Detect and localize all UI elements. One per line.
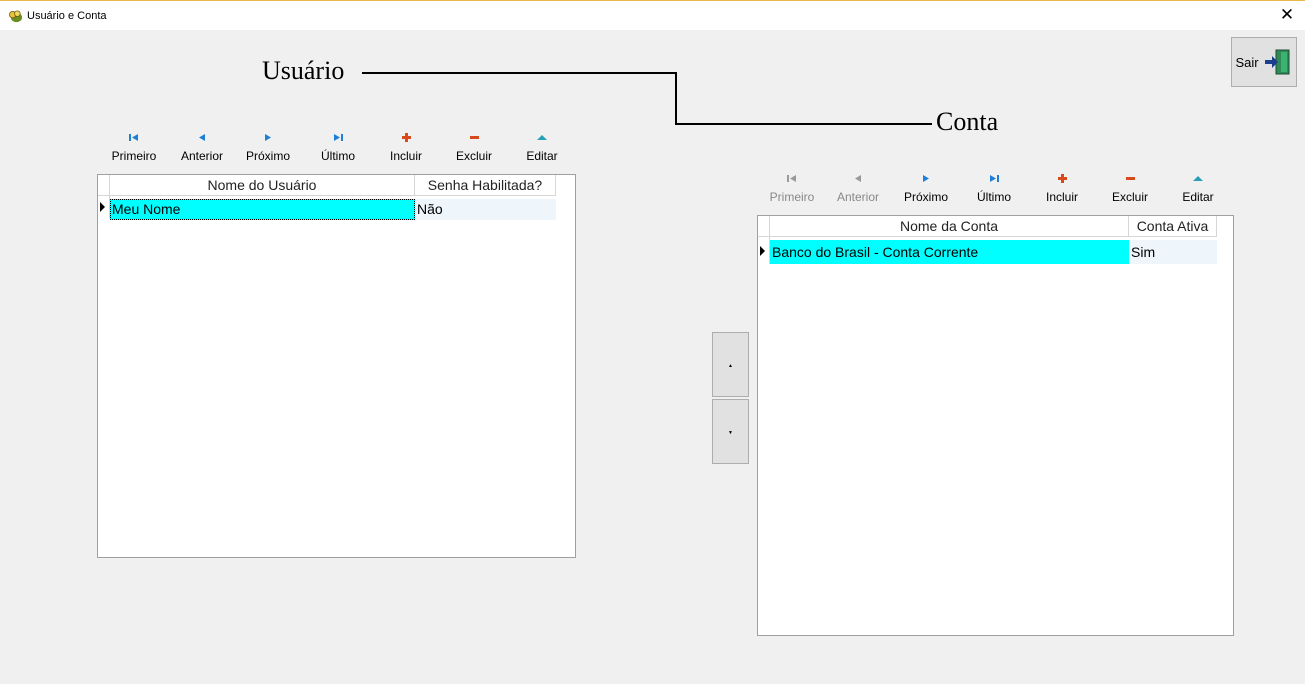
first-record-icon	[762, 174, 822, 188]
table-cell[interactable]: Não	[415, 199, 556, 220]
arrow-up-icon: ▲	[728, 363, 733, 369]
usuario-nav-next[interactable]: Próximo	[238, 133, 298, 163]
arrow-down-icon: ▼	[728, 430, 733, 436]
prior-record-icon	[828, 174, 888, 188]
edit-icon	[512, 133, 572, 147]
exit-door-icon	[1264, 49, 1290, 75]
usuario-nav-prior[interactable]: Anterior	[172, 133, 232, 163]
last-record-icon	[964, 174, 1024, 188]
usuario-label: Usuário	[262, 56, 345, 85]
delete-icon	[1100, 174, 1160, 188]
row-indicator[interactable]	[98, 196, 110, 218]
insert-icon	[1032, 174, 1092, 188]
conta-label: Conta	[936, 107, 999, 136]
usuario-nav-last[interactable]: Último	[308, 133, 368, 163]
conta-nav-first[interactable]: Primeiro	[762, 174, 822, 204]
move-up-button[interactable]: ▲	[712, 332, 749, 397]
grid-corner	[98, 175, 110, 196]
usuario-nav-insert[interactable]: Incluir	[376, 133, 436, 163]
usuario-nav-edit[interactable]: Editar	[512, 133, 572, 163]
delete-icon	[444, 133, 504, 147]
current-row-arrow-icon	[100, 202, 105, 212]
conta-nav-edit[interactable]: Editar	[1168, 174, 1228, 204]
usuario-grid[interactable]: Nome do Usuário Senha Habilitada? Meu No…	[97, 174, 576, 558]
conta-nav-delete[interactable]: Excluir	[1100, 174, 1160, 204]
usuario-nav-delete[interactable]: Excluir	[444, 133, 504, 163]
table-cell[interactable]: Meu Nome	[110, 199, 415, 220]
table-cell[interactable]: Banco do Brasil - Conta Corrente	[770, 240, 1129, 264]
column-header[interactable]: Senha Habilitada?	[415, 175, 556, 196]
column-header[interactable]: Nome do Usuário	[110, 175, 415, 196]
column-header[interactable]: Nome da Conta	[770, 216, 1129, 237]
exit-button[interactable]: Sair	[1231, 37, 1297, 87]
conta-nav-insert[interactable]: Incluir	[1032, 174, 1092, 204]
next-record-icon	[238, 133, 298, 147]
conta-nav-prior[interactable]: Anterior	[828, 174, 888, 204]
conta-nav-next[interactable]: Próximo	[896, 174, 956, 204]
last-record-icon	[308, 133, 368, 147]
exit-button-label: Sair	[1235, 54, 1259, 70]
prior-record-icon	[172, 133, 232, 147]
usuario-nav-first[interactable]: Primeiro	[104, 133, 164, 163]
column-header[interactable]: Conta Ativa	[1129, 216, 1217, 237]
edit-icon	[1168, 174, 1228, 188]
insert-icon	[376, 133, 436, 147]
conta-grid[interactable]: Nome da Conta Conta Ativa Banco do Brasi…	[757, 215, 1234, 636]
row-indicator[interactable]	[758, 237, 770, 264]
conta-nav-last[interactable]: Último	[964, 174, 1024, 204]
grid-corner	[758, 216, 770, 237]
next-record-icon	[896, 174, 956, 188]
current-row-arrow-icon	[760, 246, 765, 256]
table-cell[interactable]: Sim	[1129, 240, 1217, 264]
move-down-button[interactable]: ▼	[712, 399, 749, 464]
first-record-icon	[104, 133, 164, 147]
